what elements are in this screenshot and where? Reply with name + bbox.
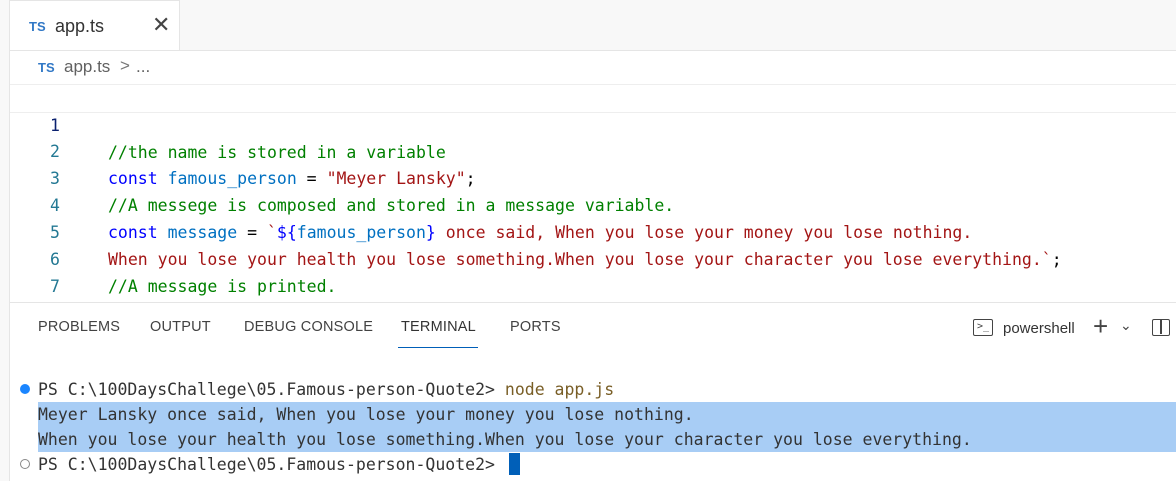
code-line[interactable]: 1 //the name is stored in a variable xyxy=(10,84,1176,162)
terminal-output-line[interactable]: When you lose your health you lose somet… xyxy=(38,427,972,452)
terminal-command: node app.js xyxy=(504,380,615,399)
code-line[interactable]: 2 const famous_person = "Meyer Lansky"; xyxy=(10,111,1176,188)
activity-strip xyxy=(0,0,10,481)
tab-label: app.ts xyxy=(55,16,105,36)
code-line[interactable]: 7 console.log(message) xyxy=(10,246,1176,323)
code-line[interactable]: 6 //A message is printed. xyxy=(10,219,1176,296)
chevron-down-icon[interactable]: ⌄ xyxy=(1120,317,1132,334)
tab-problems[interactable]: PROBLEMS xyxy=(38,319,120,335)
new-terminal-plus-icon[interactable]: + xyxy=(1093,311,1108,341)
command-success-dot-icon[interactable] xyxy=(20,384,30,394)
terminal-output-line[interactable]: Meyer Lansky once said, When you lose yo… xyxy=(38,402,694,427)
command-pending-dot-icon[interactable] xyxy=(20,459,30,469)
code-editor[interactable]: 1 //the name is stored in a variable 2 c… xyxy=(10,84,1176,323)
tab-app-ts[interactable]: TS app.ts ✕ xyxy=(10,0,180,50)
tab-output[interactable]: OUTPUT xyxy=(150,319,211,335)
terminal-prompt: PS C:\100DaysChallege\05.Famous-person-Q… xyxy=(38,380,505,399)
terminal-prompt: PS C:\100DaysChallege\05.Famous-person-Q… xyxy=(38,455,505,474)
chevron-right-icon: > xyxy=(120,56,130,75)
code-line[interactable]: 4 const message = `${famous_person} once… xyxy=(10,165,1176,242)
terminal-shell-icon[interactable]: >_ xyxy=(973,319,993,336)
tab-terminal[interactable]: TERMINAL xyxy=(401,319,476,335)
breadcrumb-file[interactable]: app.ts xyxy=(64,57,110,77)
line-number: 7 xyxy=(50,277,60,296)
breadcrumb-symbols[interactable]: ... xyxy=(136,57,150,77)
active-tab-indicator xyxy=(398,347,478,348)
tab-ports[interactable]: PORTS xyxy=(510,319,561,335)
code-line[interactable]: 5 When you lose your health you lose som… xyxy=(10,192,1176,269)
editor-tab-bar: TS app.ts ✕ xyxy=(10,0,1176,51)
terminal-line[interactable]: PS C:\100DaysChallege\05.Famous-person-Q… xyxy=(38,452,520,477)
close-icon[interactable]: ✕ xyxy=(152,13,170,37)
shell-name-label[interactable]: powershell xyxy=(1003,320,1075,337)
typescript-icon: TS xyxy=(29,19,46,34)
terminal-line[interactable]: PS C:\100DaysChallege\05.Famous-person-Q… xyxy=(38,377,614,402)
tab-debug-console[interactable]: DEBUG CONSOLE xyxy=(244,319,373,335)
terminal-cursor xyxy=(508,453,520,475)
split-terminal-icon[interactable] xyxy=(1152,319,1170,336)
typescript-icon: TS xyxy=(38,60,55,75)
code-line[interactable]: 3 //A messege is composed and stored in … xyxy=(10,138,1176,215)
bottom-panel: PROBLEMS OUTPUT DEBUG CONSOLE TERMINAL P… xyxy=(10,302,1176,481)
code-comment: //A message is printed. xyxy=(108,277,337,296)
